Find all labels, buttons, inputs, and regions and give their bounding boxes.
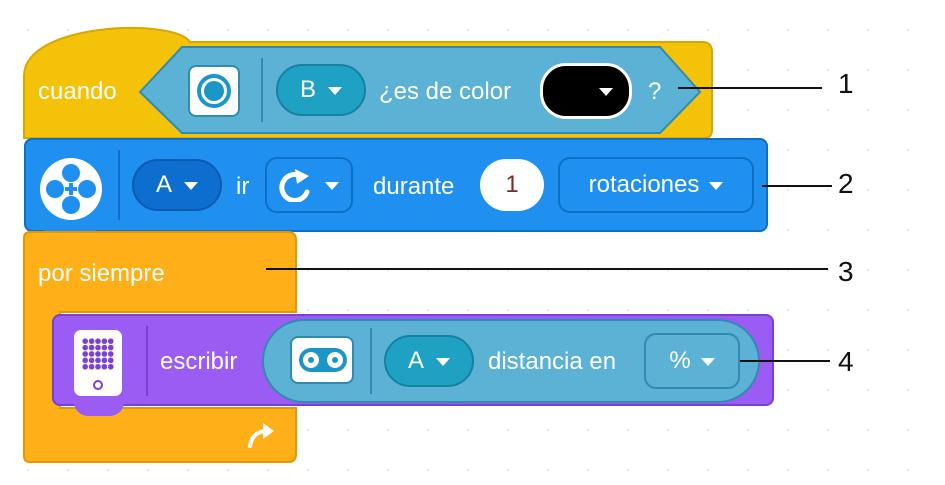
forever-loop-shape — [23, 231, 297, 463]
callout-number-2: 2 — [838, 168, 854, 199]
distance-in-label: distancia en — [488, 348, 617, 375]
forever-label: por siempre — [38, 260, 165, 287]
callout-line-4 — [740, 360, 830, 362]
callout-line-3 — [266, 268, 828, 270]
callout-number-1: 1 — [838, 68, 854, 99]
unit-value: % — [669, 347, 691, 374]
light-matrix-icon — [74, 330, 122, 396]
unit-dropdown-percent[interactable]: % — [644, 333, 740, 389]
port-dropdown-a-distance[interactable]: A — [384, 335, 474, 387]
callout-number-3: 3 — [838, 256, 854, 287]
loop-arrow-icon — [248, 423, 274, 448]
display-block-tab — [74, 400, 124, 416]
callout-line-2 — [762, 185, 832, 187]
distance-sensor-icon — [290, 336, 354, 384]
write-label: escribir — [160, 348, 238, 375]
divider — [146, 326, 148, 396]
divider — [370, 328, 372, 394]
chevron-down-icon — [700, 358, 715, 366]
callout-line-1 — [678, 87, 822, 89]
callout-number-4: 4 — [838, 346, 854, 377]
port-value: A — [407, 347, 424, 374]
chevron-down-icon — [436, 358, 450, 366]
